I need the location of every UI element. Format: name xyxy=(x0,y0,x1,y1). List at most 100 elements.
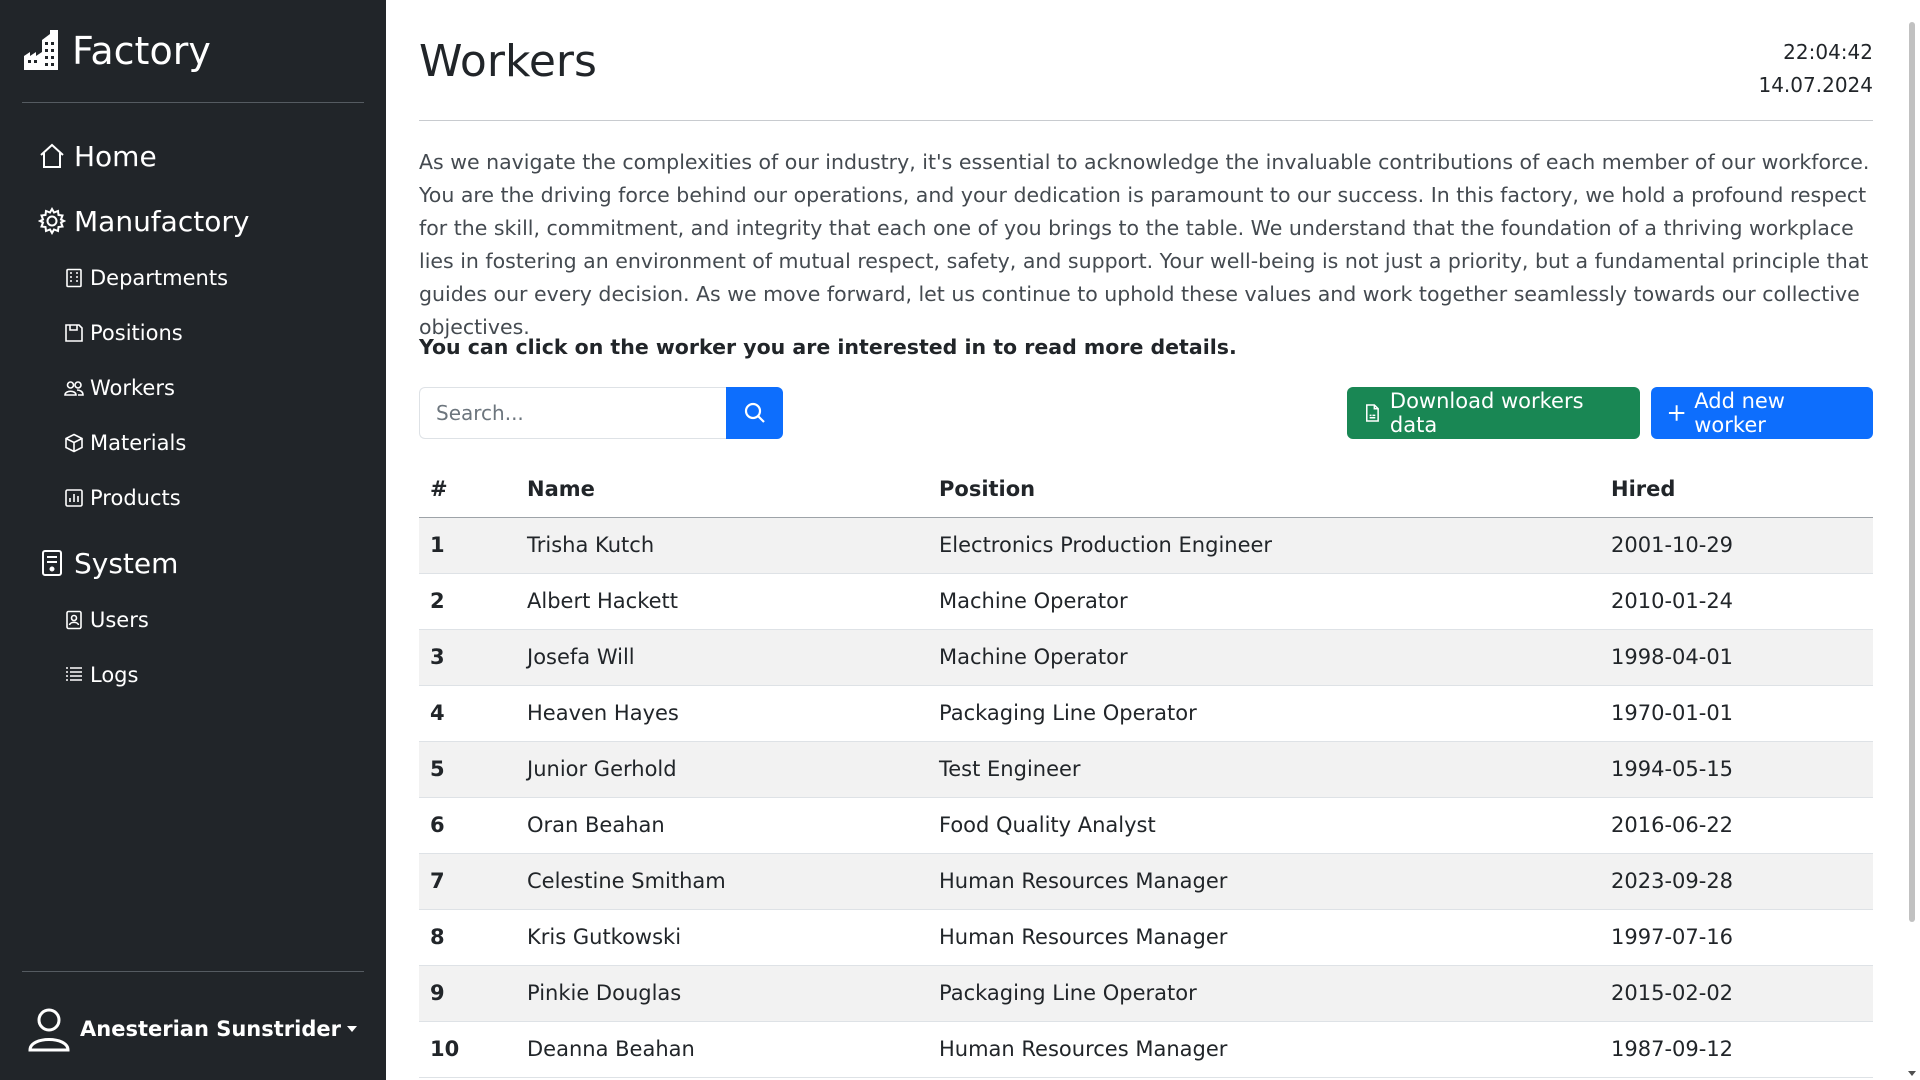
worker-position: Electronics Production Engineer xyxy=(928,517,1600,574)
user-menu[interactable]: Anesterian Sunstrider xyxy=(26,1006,357,1052)
sidebar-item-users[interactable]: Users xyxy=(64,604,149,636)
worker-position: Machine Operator xyxy=(928,573,1600,630)
worker-hired: 1987-09-12 xyxy=(1600,1021,1873,1078)
factory-icon xyxy=(24,30,58,70)
worker-name: Kris Gutkowski xyxy=(516,909,928,966)
sidebar-item-label: System xyxy=(74,546,179,580)
download-workers-button[interactable]: Download workers data xyxy=(1347,387,1640,439)
table-row[interactable]: 5 Junior Gerhold Test Engineer 1994-05-1… xyxy=(419,741,1873,798)
main-content: Workers 22:04:42 14.07.2024 As we naviga… xyxy=(419,0,1873,1080)
sidebar-divider-bottom xyxy=(22,971,364,972)
row-number: 3 xyxy=(419,629,516,686)
worker-hired: 2010-01-24 xyxy=(1600,573,1873,630)
sidebar-item-manufactory[interactable]: Manufactory xyxy=(38,201,249,241)
scrollbar-thumb[interactable] xyxy=(1909,22,1915,922)
clock: 22:04:42 14.07.2024 xyxy=(1758,36,1873,102)
worker-position: Packaging Line Operator xyxy=(928,685,1600,742)
row-number: 4 xyxy=(419,685,516,742)
row-number: 5 xyxy=(419,741,516,798)
sidebar-item-label: Workers xyxy=(90,376,175,400)
table-row[interactable]: 8 Kris Gutkowski Human Resources Manager… xyxy=(419,909,1873,966)
hint-text: You can click on the worker you are inte… xyxy=(419,335,1237,359)
row-number: 10 xyxy=(419,1021,516,1078)
row-number: 9 xyxy=(419,965,516,1022)
row-number: 8 xyxy=(419,909,516,966)
page-title: Workers xyxy=(419,36,597,87)
column-header-hired[interactable]: Hired xyxy=(1600,462,1873,518)
worker-name: Deanna Beahan xyxy=(516,1021,928,1078)
column-header-number[interactable]: # xyxy=(419,462,516,518)
worker-name: Albert Hackett xyxy=(516,573,928,630)
table-row[interactable]: 3 Josefa Will Machine Operator 1998-04-0… xyxy=(419,629,1873,686)
page-scrollbar[interactable] xyxy=(1904,0,1920,1080)
sidebar-item-home[interactable]: Home xyxy=(38,136,157,176)
sidebar-item-label: Products xyxy=(90,486,181,510)
sidebar-item-products[interactable]: Products xyxy=(64,482,181,514)
worker-position: Human Resources Manager xyxy=(928,909,1600,966)
clock-time: 22:04:42 xyxy=(1783,40,1873,64)
row-number: 2 xyxy=(419,573,516,630)
chart-icon xyxy=(65,489,83,507)
search-input[interactable] xyxy=(419,387,726,439)
worker-position: Human Resources Manager xyxy=(928,1021,1600,1078)
person-badge-icon xyxy=(66,610,82,630)
worker-position: Packaging Line Operator xyxy=(928,965,1600,1022)
table-row[interactable]: 2 Albert Hackett Machine Operator 2010-0… xyxy=(419,573,1873,630)
list-icon xyxy=(66,667,82,681)
scroll-down-arrow-icon[interactable] xyxy=(1908,1071,1916,1076)
row-number: 1 xyxy=(419,517,516,574)
column-header-name[interactable]: Name xyxy=(516,462,928,518)
sidebar-item-label: Departments xyxy=(90,266,229,290)
worker-name: Pinkie Douglas xyxy=(516,965,928,1022)
person-icon xyxy=(28,1008,70,1052)
download-workers-label: Download workers data xyxy=(1389,389,1584,437)
worker-hired: 1997-07-16 xyxy=(1600,909,1873,966)
sidebar-item-label: Users xyxy=(90,608,149,632)
title-divider xyxy=(419,120,1873,121)
worker-hired: 2015-02-02 xyxy=(1600,965,1873,1022)
sidebar-item-label: Manufactory xyxy=(74,204,250,238)
search-group xyxy=(419,387,783,439)
worker-hired: 1994-05-15 xyxy=(1600,741,1873,798)
server-icon xyxy=(42,550,62,576)
save-icon xyxy=(65,324,83,342)
add-worker-button[interactable]: Add new worker xyxy=(1651,387,1873,439)
row-number: 6 xyxy=(419,797,516,854)
sidebar-item-label: Positions xyxy=(90,321,183,345)
worker-hired: 2016-06-22 xyxy=(1600,797,1873,854)
table-row[interactable]: 7 Celestine Smitham Human Resources Mana… xyxy=(419,853,1873,910)
sidebar-item-label: Home xyxy=(74,139,157,173)
gear-icon xyxy=(38,207,66,235)
sidebar-item-workers[interactable]: Workers xyxy=(64,372,175,404)
user-name: Anesterian Sunstrider xyxy=(80,1017,341,1041)
sidebar-item-logs[interactable]: Logs xyxy=(64,659,138,691)
search-button[interactable] xyxy=(726,387,783,439)
table-row[interactable]: 4 Heaven Hayes Packaging Line Operator 1… xyxy=(419,685,1873,742)
table-row[interactable]: 10 Deanna Beahan Human Resources Manager… xyxy=(419,1021,1873,1078)
table-header-row: # Name Position Hired xyxy=(419,462,1873,518)
table-row[interactable]: 1 Trisha Kutch Electronics Production En… xyxy=(419,517,1873,574)
worker-position: Test Engineer xyxy=(928,741,1600,798)
sidebar-item-materials[interactable]: Materials xyxy=(64,427,186,459)
workers-table: # Name Position Hired 1 Trisha Kutch Ele… xyxy=(419,462,1873,1078)
search-icon xyxy=(744,402,765,423)
sidebar-item-departments[interactable]: Departments xyxy=(64,262,228,294)
sidebar: Factory Home Manufactory Departments Pos… xyxy=(0,0,386,1080)
worker-hired: 1970-01-01 xyxy=(1600,685,1873,742)
house-icon xyxy=(40,143,64,168)
box-icon xyxy=(65,433,83,453)
worker-name: Josefa Will xyxy=(516,629,928,686)
sidebar-item-positions[interactable]: Positions xyxy=(64,317,183,349)
sidebar-item-label: Materials xyxy=(90,431,187,455)
brand[interactable]: Factory xyxy=(22,26,211,76)
worker-name: Heaven Hayes xyxy=(516,685,928,742)
table-row[interactable]: 9 Pinkie Douglas Packaging Line Operator… xyxy=(419,965,1873,1022)
file-csv-icon xyxy=(1366,404,1379,422)
worker-hired: 2001-10-29 xyxy=(1600,517,1873,574)
column-header-position[interactable]: Position xyxy=(928,462,1600,518)
sidebar-item-system[interactable]: System xyxy=(38,543,178,583)
worker-name: Trisha Kutch xyxy=(516,517,928,574)
worker-name: Oran Beahan xyxy=(516,797,928,854)
table-row[interactable]: 6 Oran Beahan Food Quality Analyst 2016-… xyxy=(419,797,1873,854)
worker-name: Junior Gerhold xyxy=(516,741,928,798)
